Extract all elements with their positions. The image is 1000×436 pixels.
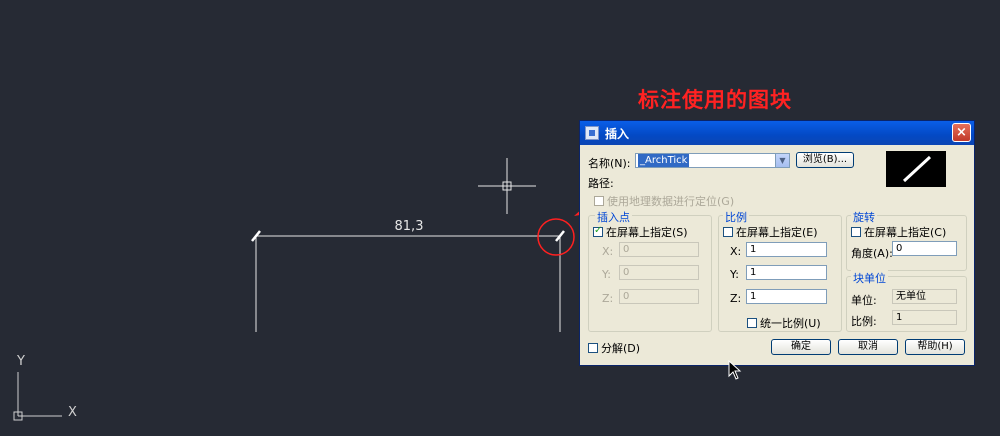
rotation-group: 旋转 在屏幕上指定(C) 角度(A): 0: [846, 209, 967, 271]
factor-value: 1: [892, 310, 957, 325]
angle-field[interactable]: 0: [892, 241, 957, 256]
scale-y-field[interactable]: 1: [746, 265, 827, 280]
checkbox-unchecked[interactable]: [588, 343, 598, 353]
scale-specify-label: 在屏幕上指定(E): [736, 226, 818, 239]
insert-z-field: 0: [619, 289, 699, 304]
annotation-title: 标注使用的图块: [638, 88, 792, 112]
explode-label: 分解(D): [601, 342, 641, 355]
path-label: 路径:: [588, 177, 614, 190]
ok-button[interactable]: 确定: [771, 339, 831, 355]
unit-value: 无单位: [892, 289, 957, 304]
checkbox-unchecked[interactable]: [851, 227, 861, 237]
block-preview: [886, 151, 946, 187]
scale-y-label: Y:: [730, 268, 739, 281]
angle-label: 角度(A):: [851, 247, 893, 260]
insert-point-group: 插入点 在屏幕上指定(S) X: 0 Y: 0 Z: 0: [588, 209, 712, 332]
chevron-down-icon[interactable]: ▼: [775, 154, 789, 167]
block-unit-group: 块单位 单位: 无单位 比例: 1: [846, 270, 967, 332]
scale-specify-checkbox[interactable]: 在屏幕上指定(E): [723, 224, 818, 240]
explode-checkbox[interactable]: 分解(D): [588, 340, 640, 356]
mouse-pointer-icon: [728, 360, 742, 380]
scale-title: 比例: [723, 209, 749, 225]
insert-z-label: Z:: [602, 292, 614, 305]
ucs-x-label: X: [68, 405, 77, 420]
insert-point-title: 插入点: [595, 209, 632, 225]
factor-label: 比例:: [851, 315, 877, 328]
close-button[interactable]: ×: [952, 123, 971, 142]
help-button[interactable]: 帮助(H): [905, 339, 965, 355]
insert-point-specify-label: 在屏幕上指定(S): [606, 226, 688, 239]
insert-dialog: 插入 × 名称(N): _ArchTick ▼ 浏览(B)... 路径: 使用地…: [579, 120, 975, 366]
insert-x-label: X:: [602, 245, 614, 258]
rotation-specify-label: 在屏幕上指定(C): [864, 226, 947, 239]
insert-y-label: Y:: [602, 268, 611, 281]
scale-z-label: Z:: [730, 292, 742, 305]
geo-checkbox-label: 使用地理数据进行定位(G): [607, 195, 735, 208]
scale-x-label: X:: [730, 245, 742, 258]
scale-group: 比例 在屏幕上指定(E) X: 1 Y: 1 Z: 1 统一比例(U): [718, 209, 842, 332]
checkbox-unchecked[interactable]: [747, 318, 757, 328]
name-label: 名称(N):: [588, 157, 631, 170]
dialog-titlebar[interactable]: 插入 ×: [580, 121, 974, 145]
block-name-combo[interactable]: _ArchTick ▼: [635, 153, 790, 168]
cancel-button[interactable]: 取消: [838, 339, 898, 355]
uniform-scale-checkbox[interactable]: 统一比例(U): [747, 315, 821, 331]
browse-button[interactable]: 浏览(B)...: [796, 152, 854, 168]
scale-x-field[interactable]: 1: [746, 242, 827, 257]
uniform-scale-label: 统一比例(U): [760, 317, 821, 330]
unit-label: 单位:: [851, 294, 877, 307]
dialog-title: 插入: [605, 127, 630, 141]
geo-checkbox-box: [594, 196, 604, 206]
checkbox-checked[interactable]: [593, 225, 603, 237]
rotation-title: 旋转: [851, 209, 877, 225]
insert-y-field: 0: [619, 265, 699, 280]
dimension-text: 81,3: [394, 219, 424, 234]
highlight-circle: [537, 218, 575, 256]
insert-point-specify-checkbox[interactable]: 在屏幕上指定(S): [593, 224, 688, 240]
insert-x-field: 0: [619, 242, 699, 257]
arch-tick-preview-icon: [902, 155, 932, 183]
rotation-specify-checkbox[interactable]: 在屏幕上指定(C): [851, 224, 946, 240]
scale-z-field[interactable]: 1: [746, 289, 827, 304]
block-unit-title: 块单位: [851, 270, 888, 286]
geo-checkbox: 使用地理数据进行定位(G): [594, 193, 734, 209]
checkbox-unchecked[interactable]: [723, 227, 733, 237]
insert-block-icon: [585, 126, 599, 140]
block-name-value: _ArchTick: [638, 154, 690, 167]
ucs-y-label: Y: [17, 354, 25, 369]
